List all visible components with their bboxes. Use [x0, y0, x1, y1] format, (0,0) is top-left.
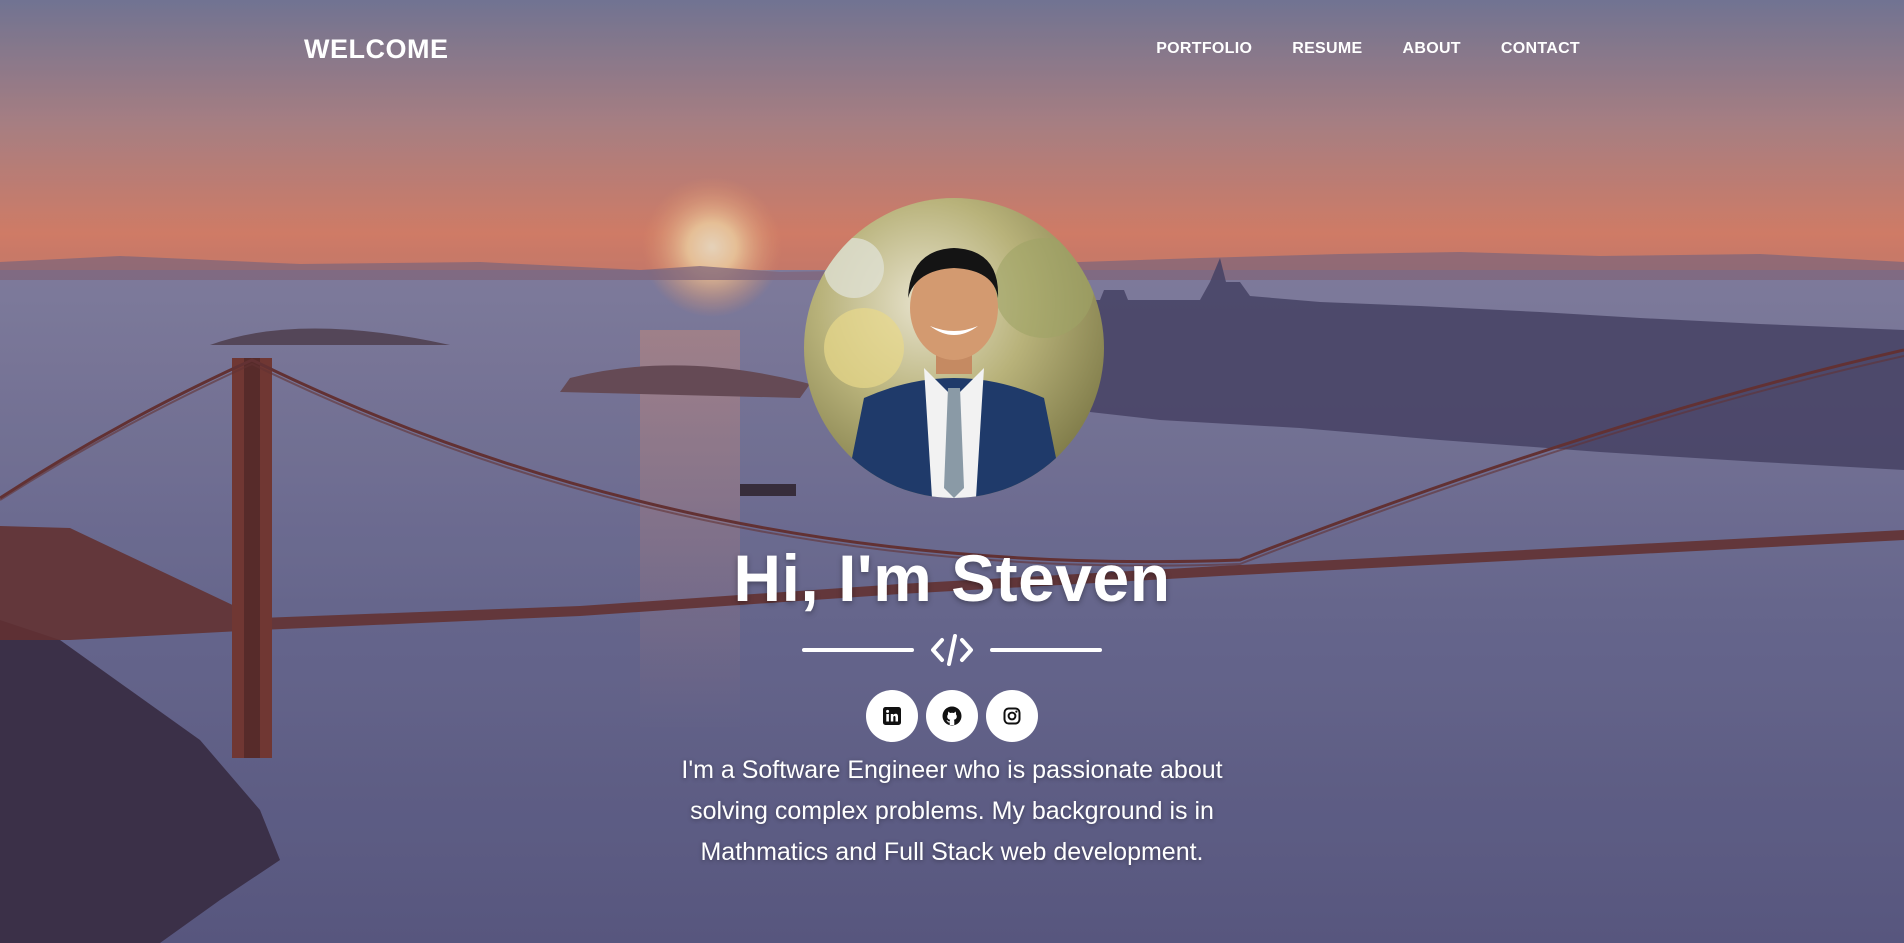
divider-line-right	[990, 648, 1102, 652]
profile-avatar	[804, 198, 1104, 498]
nav-link-contact[interactable]: CONTACT	[1501, 40, 1580, 58]
hero-section: Hi, I'm Steven I'm a Software Engineer w…	[0, 198, 1904, 873]
github-icon	[942, 706, 962, 726]
hero-bio: I'm a Software Engineer who is passionat…	[681, 756, 1223, 866]
divider-line-left	[802, 648, 914, 652]
hero-headline: Hi, I'm Steven	[733, 541, 1171, 615]
nav-link-about[interactable]: ABOUT	[1402, 40, 1460, 58]
headline-divider	[802, 632, 1102, 668]
nav-link-resume[interactable]: RESUME	[1292, 40, 1362, 58]
instagram-button[interactable]	[986, 690, 1038, 742]
top-navbar: WELCOME PORTFOLIO RESUME ABOUT CONTACT	[0, 0, 1904, 100]
social-links	[866, 690, 1038, 742]
github-button[interactable]	[926, 690, 978, 742]
linkedin-icon	[883, 707, 901, 725]
brand-logo-link[interactable]: WELCOME	[304, 34, 449, 65]
nav-links: PORTFOLIO RESUME ABOUT CONTACT	[1156, 40, 1580, 58]
code-icon	[931, 634, 973, 666]
linkedin-button[interactable]	[866, 690, 918, 742]
instagram-icon	[1003, 707, 1021, 725]
nav-link-portfolio[interactable]: PORTFOLIO	[1156, 40, 1252, 58]
